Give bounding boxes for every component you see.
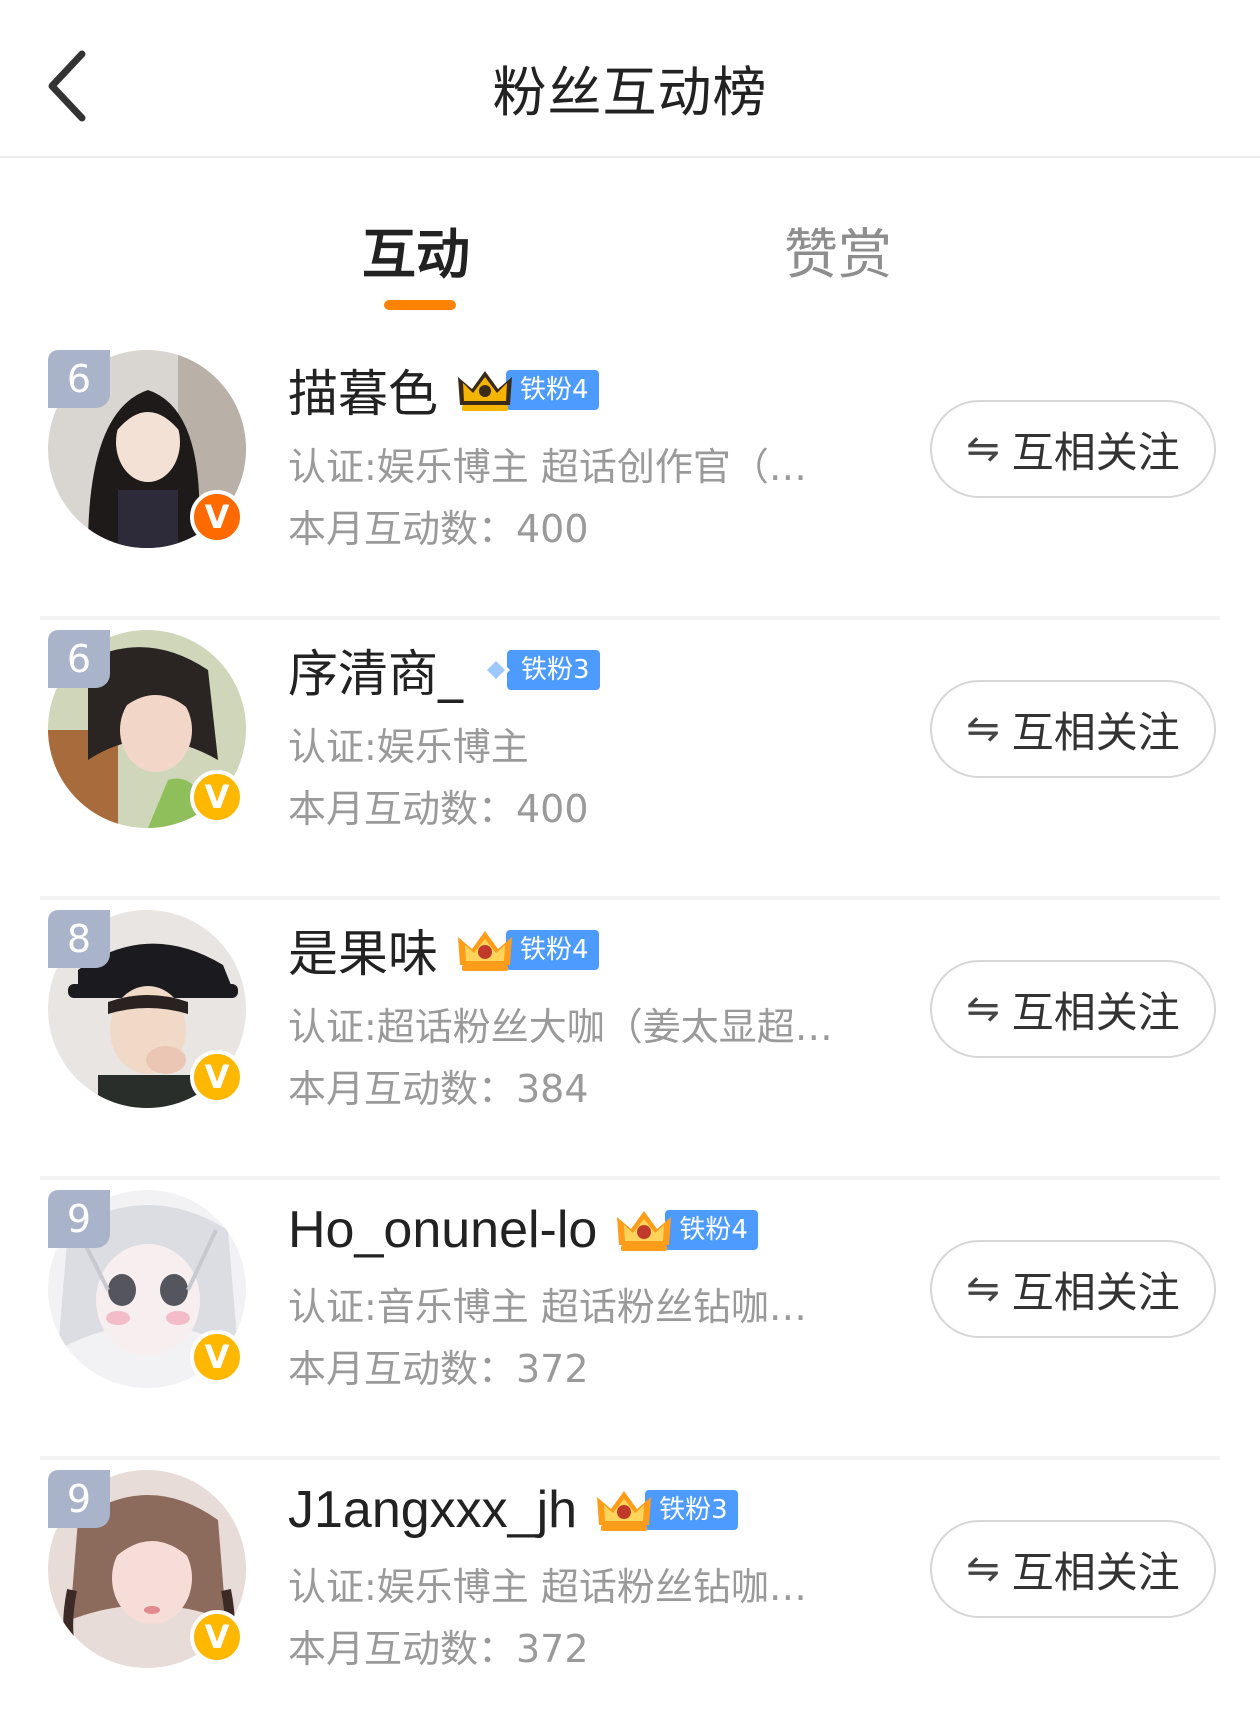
follow-label: 互相关注 (1011, 1267, 1180, 1317)
certification-text: 认证:超话粉丝大咖（姜太显超… (288, 1005, 833, 1049)
mutual-arrows-icon: ⇋ (966, 426, 1000, 472)
tab-bar: 互动 赞赏 (0, 160, 1260, 320)
list-item[interactable]: 6 V 描暮色 铁粉4 认证:娱乐博主 超话创作官（… 本月互动数：400 ⇋ (0, 340, 1260, 620)
list-item[interactable]: 9 V Ho_onunel-lo 铁粉4 认证:音乐博主 超话粉丝钻咖… 本月互… (0, 1180, 1260, 1460)
mutual-follow-button[interactable]: ⇋ 互相关注 (930, 400, 1216, 498)
fan-level-badge: 铁粉4 (454, 928, 599, 972)
avatar-container[interactable]: 6 V (48, 350, 246, 548)
avatar-container[interactable]: 9 V (48, 1190, 246, 1388)
certification-text: 认证:娱乐博主 (288, 725, 529, 769)
crown-icon (593, 1485, 655, 1535)
rank-badge: 9 (48, 1470, 110, 1528)
list-item[interactable]: 9 V J1angxxx_jh 铁粉3 认证:娱乐博主 超话粉丝钻咖… 本月互动… (0, 1460, 1260, 1712)
mutual-follow-button[interactable]: ⇋ 互相关注 (930, 680, 1216, 778)
fan-level-label: 铁粉4 (506, 930, 599, 970)
user-name[interactable]: Ho_onunel-lo (288, 1200, 597, 1260)
interaction-count: 本月互动数：372 (288, 1627, 589, 1671)
mutual-arrows-icon: ⇋ (966, 1266, 1000, 1312)
mutual-follow-button[interactable]: ⇋ 互相关注 (930, 1240, 1216, 1338)
crown-icon (613, 1205, 675, 1255)
rank-badge: 8 (48, 910, 110, 968)
tab-interaction[interactable]: 互动 (362, 210, 470, 289)
verified-badge-icon: V (190, 1610, 244, 1664)
mutual-arrows-icon: ⇋ (966, 706, 1000, 752)
mutual-follow-button[interactable]: ⇋ 互相关注 (930, 1520, 1216, 1618)
fan-level-label: 铁粉3 (645, 1490, 738, 1530)
page-title: 粉丝互动榜 (492, 61, 768, 124)
follow-label: 互相关注 (1011, 1547, 1180, 1597)
user-name[interactable]: 序清商_ (288, 634, 463, 706)
follow-label: 互相关注 (1011, 987, 1180, 1037)
crown-icon (454, 365, 516, 415)
certification-text: 认证:娱乐博主 超话创作官（… (288, 445, 807, 489)
rank-badge: 6 (48, 350, 110, 408)
verified-badge-icon: V (190, 1330, 244, 1384)
interaction-count: 本月互动数：384 (288, 1067, 589, 1111)
header-bar: 粉丝互动榜 (0, 0, 1260, 158)
interaction-count: 本月互动数：400 (288, 507, 589, 551)
mutual-arrows-icon: ⇋ (966, 1546, 1000, 1592)
rank-badge: 6 (48, 630, 110, 688)
diamond-icon (479, 653, 513, 687)
crown-icon (454, 925, 516, 975)
tab-reward[interactable]: 赞赏 (784, 210, 892, 289)
avatar-container[interactable]: 6 V (48, 630, 246, 828)
user-name[interactable]: 描暮色 (288, 354, 438, 426)
fan-level-badge: 铁粉4 (454, 368, 599, 412)
name-line: 序清商_ 铁粉3 (288, 638, 600, 703)
name-line: J1angxxx_jh 铁粉3 (288, 1478, 738, 1542)
certification-text: 认证:音乐博主 超话粉丝钻咖… (288, 1285, 807, 1329)
name-line: 是果味 铁粉4 (288, 918, 599, 983)
active-tab-indicator (384, 300, 456, 310)
follow-label: 互相关注 (1011, 707, 1180, 757)
fan-level-label: 铁粉4 (665, 1210, 758, 1250)
rank-badge: 9 (48, 1190, 110, 1248)
avatar-container[interactable]: 9 V (48, 1470, 246, 1668)
verified-badge-icon: V (190, 770, 244, 824)
list-item[interactable]: 8 V 是果味 铁粉4 认证:超话粉丝大咖（姜太显超… 本月互动数：384 ⇋ (0, 900, 1260, 1180)
user-name[interactable]: 是果味 (288, 914, 438, 986)
interaction-count: 本月互动数：372 (288, 1347, 589, 1391)
name-line: Ho_onunel-lo 铁粉4 (288, 1198, 758, 1262)
user-name[interactable]: J1angxxx_jh (288, 1480, 577, 1540)
name-line: 描暮色 铁粉4 (288, 358, 599, 423)
list-item[interactable]: 6 V 序清商_ 铁粉3 认证:娱乐博主 本月互动数：400 ⇋ 互相关注 (0, 620, 1260, 900)
verified-badge-icon: V (190, 490, 244, 544)
mutual-arrows-icon: ⇋ (966, 986, 1000, 1032)
follow-label: 互相关注 (1011, 427, 1180, 477)
fan-level-badge: 铁粉3 (593, 1488, 738, 1532)
fan-level-label: 铁粉3 (507, 650, 600, 690)
fan-ranking-list: 6 V 描暮色 铁粉4 认证:娱乐博主 超话创作官（… 本月互动数：400 ⇋ (0, 340, 1260, 1712)
verified-badge-icon: V (190, 1050, 244, 1104)
fan-level-badge: 铁粉3 (479, 648, 600, 692)
fan-level-label: 铁粉4 (506, 370, 599, 410)
fan-level-badge: 铁粉4 (613, 1208, 758, 1252)
mutual-follow-button[interactable]: ⇋ 互相关注 (930, 960, 1216, 1058)
interaction-count: 本月互动数：400 (288, 787, 589, 831)
avatar-container[interactable]: 8 V (48, 910, 246, 1108)
certification-text: 认证:娱乐博主 超话粉丝钻咖… (288, 1565, 807, 1609)
